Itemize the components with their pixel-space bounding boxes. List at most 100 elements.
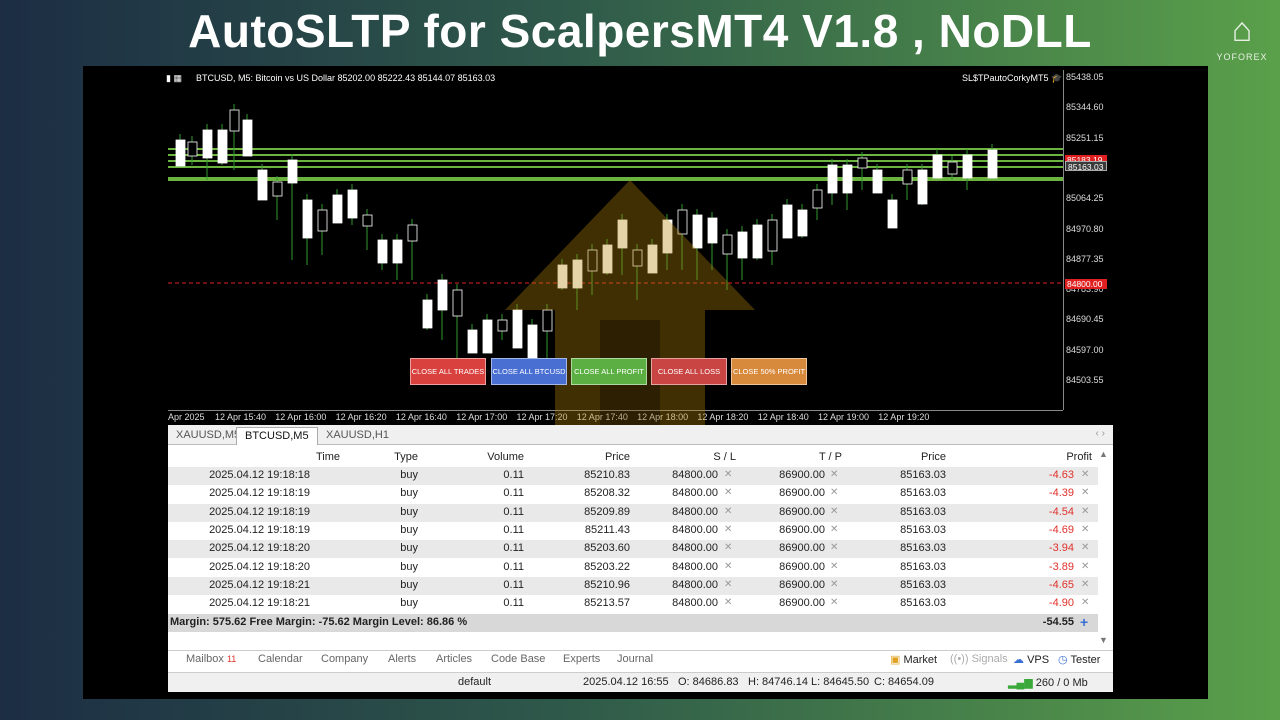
remove-tp-icon[interactable]: ✕	[830, 579, 838, 590]
time-tick: 12 Apr 17:40	[576, 412, 628, 422]
tab-alerts[interactable]: Alerts	[388, 653, 416, 665]
scroll-down-icon[interactable]: ▼	[1099, 635, 1108, 645]
remove-sl-icon[interactable]: ✕	[724, 579, 732, 590]
close-trade-icon[interactable]: ✕	[1081, 561, 1089, 572]
remove-sl-icon[interactable]: ✕	[724, 561, 732, 572]
close-trade-icon[interactable]: ✕	[1081, 506, 1089, 517]
tab-signals[interactable]: ((•)) Signals	[950, 653, 1008, 665]
close-all-trades-button[interactable]: CLOSE ALL TRADES	[410, 358, 486, 385]
trade-profit: -3.89	[1048, 560, 1074, 573]
col-time[interactable]: Time	[238, 451, 340, 463]
trade-row[interactable]: 2025.04.12 19:18:19 buy 0.11 85208.32 84800.…	[168, 485, 1098, 503]
remove-tp-icon[interactable]: ✕	[830, 561, 838, 572]
mailbox-count: 11	[226, 654, 237, 664]
trade-type: buy	[400, 542, 418, 555]
tp-sl-level-band	[168, 154, 1063, 156]
remove-sl-icon[interactable]: ✕	[724, 524, 732, 535]
price-tick: 84970.80	[1066, 223, 1104, 234]
col-type[interactable]: Type	[348, 451, 418, 463]
time-tick: 12 Apr 16:20	[335, 412, 387, 422]
trade-tp: 86900.00	[779, 560, 825, 573]
candle-body	[587, 249, 598, 272]
scroll-up-icon[interactable]: ▲	[1099, 449, 1109, 459]
candle-body	[175, 139, 186, 167]
trade-row[interactable]: 2025.04.12 19:18:21 buy 0.11 85210.96 84800.…	[168, 576, 1098, 596]
tab-company[interactable]: Company	[321, 653, 368, 665]
remove-tp-icon[interactable]: ✕	[830, 597, 838, 608]
col-tp[interactable]: T / P	[758, 451, 842, 463]
col-volume[interactable]: Volume	[438, 451, 524, 463]
trades-scrollbar[interactable]: ▲ ▼	[1099, 449, 1109, 645]
candle-body	[947, 161, 958, 175]
trade-row[interactable]: 2025.04.12 19:18:21 buy 0.11 85213.57 84800.…	[168, 595, 1098, 613]
close-all-loss-button[interactable]: CLOSE ALL LOSS	[651, 358, 727, 385]
trade-time: 2025.04.12 19:18:21	[209, 597, 310, 610]
time-tick: 12 Apr 18:20	[697, 412, 749, 422]
tab-market[interactable]: ▣ Market	[890, 653, 937, 666]
candle-body	[767, 219, 778, 252]
col-price[interactable]: Price	[868, 451, 946, 463]
col-sl[interactable]: S / L	[658, 451, 736, 463]
trade-volume: 0.11	[503, 578, 524, 591]
trade-tp: 86900.00	[779, 542, 825, 555]
status-high: H: 84746.14	[748, 676, 808, 688]
remove-tp-icon[interactable]: ✕	[830, 524, 838, 535]
trade-tp: 86900.00	[779, 597, 825, 610]
close-trade-icon[interactable]: ✕	[1081, 469, 1089, 480]
trade-row[interactable]: 2025.04.12 19:18:18 buy 0.11 85210.83 84800.…	[168, 467, 1098, 486]
margin-summary-row: Margin: 575.62 Free Margin: -75.62 Margi…	[168, 614, 1098, 632]
chart-tab-btcusd-m5[interactable]: BTCUSD,M5	[236, 427, 318, 445]
remove-tp-icon[interactable]: ✕	[830, 487, 838, 498]
remove-sl-icon[interactable]: ✕	[724, 487, 732, 498]
col-profit[interactable]: Profit	[1018, 451, 1092, 463]
add-icon[interactable]: +	[1080, 614, 1088, 630]
close-trade-icon[interactable]: ✕	[1081, 487, 1089, 498]
candle-body	[662, 219, 673, 254]
trade-row[interactable]: 2025.04.12 19:18:20 buy 0.11 85203.22 84800.…	[168, 559, 1098, 577]
time-tick: 12 Apr 18:00	[637, 412, 689, 422]
banner-title: AutoSLTP for ScalpersMT4 V1.8 , NoDLL	[188, 5, 1092, 57]
trade-row[interactable]: 2025.04.12 19:18:19 buy 0.11 85211.43 84800.…	[168, 522, 1098, 540]
close-50-profit-button[interactable]: CLOSE 50% PROFIT	[731, 358, 807, 385]
remove-sl-icon[interactable]: ✕	[724, 506, 732, 517]
close-all-profit-button[interactable]: CLOSE ALL PROFIT	[571, 358, 647, 385]
chart-menu-icons[interactable]: ▮ ▦	[166, 73, 182, 84]
tab-experts[interactable]: Experts	[563, 653, 600, 665]
tab-vps[interactable]: ☁ VPS	[1013, 653, 1049, 666]
price-scale[interactable]: 85438.0585344.6085251.1585157.7085064.25…	[1063, 70, 1113, 410]
trade-type: buy	[400, 578, 418, 591]
col-open-price[interactable]: Price	[548, 451, 630, 463]
remove-tp-icon[interactable]: ✕	[830, 469, 838, 480]
close-trade-icon[interactable]: ✕	[1081, 579, 1089, 590]
tab-journal[interactable]: Journal	[617, 653, 653, 665]
remove-sl-icon[interactable]: ✕	[724, 597, 732, 608]
trade-row[interactable]: 2025.04.12 19:18:20 buy 0.11 85203.60 84800.…	[168, 540, 1098, 559]
trade-volume: 0.11	[503, 560, 524, 573]
close-all-symbol-button[interactable]: CLOSE ALL BTCUSD	[491, 358, 567, 385]
time-tick: Apr 2025	[168, 412, 205, 422]
tab-mailbox[interactable]: Mailbox 11	[186, 653, 236, 665]
tab-calendar[interactable]: Calendar	[258, 653, 303, 665]
price-tick: 84597.00	[1066, 344, 1104, 355]
candle-body	[692, 214, 703, 249]
trade-row[interactable]: 2025.04.12 19:18:19 buy 0.11 85209.89 84800.…	[168, 503, 1098, 522]
trade-open-price: 85210.96	[584, 578, 630, 591]
candle-body	[287, 159, 298, 184]
remove-tp-icon[interactable]: ✕	[830, 542, 838, 553]
tab-scroll-arrows-icon[interactable]: ‹ ›	[1096, 428, 1105, 439]
tab-articles[interactable]: Articles	[436, 653, 472, 665]
close-trade-icon[interactable]: ✕	[1081, 524, 1089, 535]
tab-code-base[interactable]: Code Base	[491, 653, 545, 665]
remove-tp-icon[interactable]: ✕	[830, 506, 838, 517]
ea-name: SL$TPautoCorkyMT5	[962, 73, 1049, 83]
chart-tab-xauusd-h1[interactable]: XAUUSD,H1	[318, 427, 397, 445]
close-trade-icon[interactable]: ✕	[1081, 597, 1089, 608]
trade-profit: -4.54	[1048, 505, 1074, 518]
trade-volume: 0.11	[503, 542, 524, 555]
candle-body	[602, 244, 613, 274]
remove-sl-icon[interactable]: ✕	[724, 542, 732, 553]
tab-tester[interactable]: ◷ Tester	[1058, 653, 1100, 666]
trade-type: buy	[400, 487, 418, 500]
remove-sl-icon[interactable]: ✕	[724, 469, 732, 480]
close-trade-icon[interactable]: ✕	[1081, 542, 1089, 553]
